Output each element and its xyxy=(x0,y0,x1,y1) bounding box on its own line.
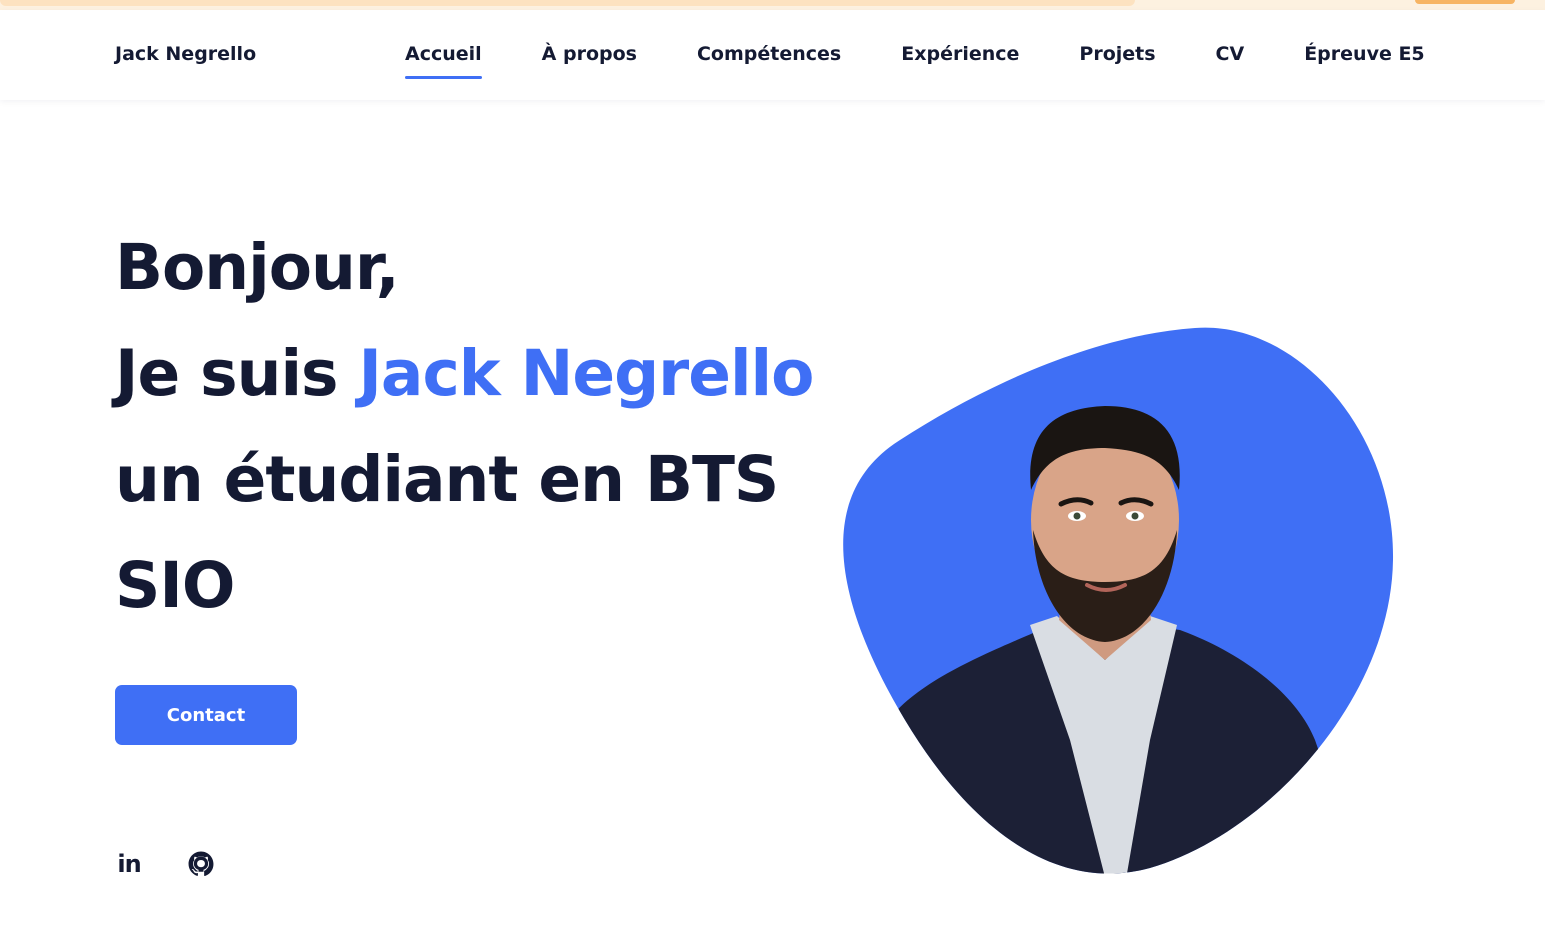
browser-top-strip xyxy=(0,0,1545,10)
contact-button[interactable]: Contact xyxy=(115,685,297,745)
nav-item-competences[interactable]: Compétences xyxy=(697,43,841,65)
linkedin-icon[interactable]: in xyxy=(115,850,143,878)
browser-toolbar-accent xyxy=(1415,0,1515,4)
hero-title: Bonjour, Je suis Jack Negrello un étudia… xyxy=(115,215,875,639)
nav-item-epreuve-e5[interactable]: Épreuve E5 xyxy=(1304,43,1424,65)
main-nav: Accueil À propos Compétences Expérience … xyxy=(405,43,1425,79)
nav-item-experience[interactable]: Expérience xyxy=(901,43,1019,65)
nav-item-accueil[interactable]: Accueil xyxy=(405,43,482,79)
site-header: Jack Negrello Accueil À propos Compétenc… xyxy=(0,10,1545,100)
hero-role-line1: un étudiant en BTS xyxy=(115,443,779,516)
social-links: in xyxy=(115,850,215,878)
hero-name: Jack Negrello xyxy=(358,337,814,410)
hero-intro: Je suis xyxy=(115,337,359,410)
site-brand[interactable]: Jack Negrello xyxy=(115,43,256,65)
browser-address-bar xyxy=(0,0,1135,6)
nav-item-a-propos[interactable]: À propos xyxy=(542,43,637,65)
profile-photo-pupil-left xyxy=(1073,512,1081,520)
profile-photo xyxy=(843,327,1394,874)
hero-role-line2: SIO xyxy=(115,549,235,622)
nav-item-projets[interactable]: Projets xyxy=(1079,43,1155,65)
hero-greeting: Bonjour, xyxy=(115,231,400,304)
github-icon[interactable] xyxy=(187,850,215,878)
nav-item-cv[interactable]: CV xyxy=(1216,43,1245,65)
profile-photo-pupil-right xyxy=(1131,512,1139,520)
